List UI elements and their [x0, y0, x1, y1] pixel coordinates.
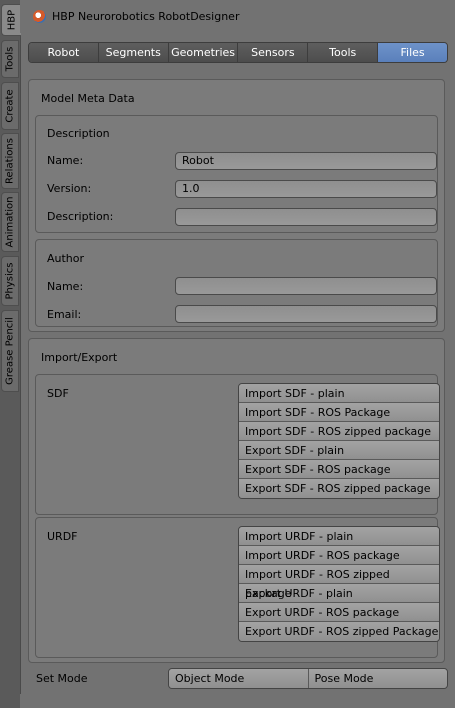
export-urdf-ros-package-button[interactable]: Export URDF - ROS package	[239, 603, 439, 622]
export-sdf-ros-zipped-button[interactable]: Export SDF - ROS zipped package	[239, 479, 439, 498]
description-box: Description Name: Robot Version: 1.0 Des…	[35, 115, 438, 233]
import-export-panel: Import/Export SDF Import SDF - plain Imp…	[28, 338, 445, 663]
email-field[interactable]	[175, 305, 437, 323]
object-mode-button[interactable]: Object Mode	[169, 669, 308, 688]
vtab-grease-pencil[interactable]: Grease Pencil	[1, 310, 19, 392]
version-field[interactable]: 1.0	[175, 180, 437, 198]
email-label: Email:	[47, 308, 82, 321]
import-sdf-ros-zipped-button[interactable]: Import SDF - ROS zipped package	[239, 422, 439, 441]
vtab-physics[interactable]: Physics	[1, 256, 19, 306]
sdf-box: SDF Import SDF - plain Import SDF - ROS …	[35, 374, 440, 515]
import-urdf-plain-button[interactable]: Import URDF - plain	[239, 527, 439, 546]
urdf-button-stack: Import URDF - plain Import URDF - ROS pa…	[238, 526, 440, 642]
author-name-field[interactable]	[175, 277, 437, 295]
export-sdf-plain-button[interactable]: Export SDF - plain	[239, 441, 439, 460]
pose-mode-button[interactable]: Pose Mode	[307, 669, 447, 688]
mode-selector: Object Mode Pose Mode	[168, 668, 448, 689]
vtab-relations[interactable]: Relations	[1, 133, 19, 189]
author-name-label: Name:	[47, 280, 84, 293]
vtab-hbp[interactable]: HBP	[1, 4, 21, 36]
vtab-tools[interactable]: Tools	[1, 40, 19, 78]
import-sdf-plain-button[interactable]: Import SDF - plain	[239, 384, 439, 403]
bottom-strip	[20, 694, 455, 708]
vtab-label: HBP	[6, 9, 17, 31]
vtab-animation[interactable]: Animation	[1, 192, 19, 252]
robot-name-field[interactable]: Robot	[175, 152, 437, 170]
description-field[interactable]	[175, 208, 437, 226]
set-mode-label: Set Mode	[36, 672, 88, 685]
sdf-button-stack: Import SDF - plain Import SDF - ROS Pack…	[238, 383, 440, 499]
tab-sensors[interactable]: Sensors	[238, 43, 309, 62]
model-meta-panel: Model Meta Data Description Name: Robot …	[28, 79, 445, 332]
model-meta-title: Model Meta Data	[41, 92, 135, 105]
import-urdf-ros-zipped-button[interactable]: Import URDF - ROS zipped package	[239, 565, 439, 600]
import-export-title: Import/Export	[41, 351, 118, 364]
urdf-box: URDF Import URDF - plain Import URDF - R…	[35, 517, 440, 658]
urdf-label: URDF	[47, 530, 78, 543]
vertical-tab-strip: HBP Tools Create Relations Animation Phy…	[0, 0, 21, 708]
tab-tools[interactable]: Tools	[308, 43, 379, 62]
sdf-label: SDF	[47, 387, 69, 400]
top-tab-row: Robot Segments Geometries Sensors Tools …	[28, 42, 448, 63]
export-urdf-plain-button[interactable]: Export URDF - plain	[239, 584, 439, 603]
tab-robot[interactable]: Robot	[29, 43, 99, 62]
blender-logo-icon	[33, 10, 46, 23]
panel-title: HBP Neurorobotics RobotDesigner	[52, 10, 240, 23]
vtab-label: Tools	[4, 46, 16, 72]
export-sdf-ros-package-button[interactable]: Export SDF - ROS package	[239, 460, 439, 479]
version-label: Version:	[47, 182, 92, 195]
vtab-label: Animation	[4, 196, 16, 248]
panel-header: HBP Neurorobotics RobotDesigner	[20, 0, 455, 33]
vtab-label: Physics	[4, 262, 16, 300]
author-box-title: Author	[47, 252, 85, 265]
author-box: Author Name: Email:	[35, 239, 438, 327]
vtab-label: Relations	[4, 138, 16, 184]
name-label: Name:	[47, 154, 84, 167]
tab-geometries[interactable]: Geometries	[168, 43, 239, 62]
vtab-create[interactable]: Create	[1, 82, 19, 130]
description-box-title: Description	[47, 127, 110, 140]
description-label: Description:	[47, 210, 114, 223]
tab-files[interactable]: Files	[378, 43, 447, 62]
tab-segments[interactable]: Segments	[98, 43, 169, 62]
vtab-label: Create	[4, 89, 16, 123]
export-urdf-ros-zipped-button[interactable]: Export URDF - ROS zipped Package	[239, 622, 439, 641]
import-sdf-ros-package-button[interactable]: Import SDF - ROS Package	[239, 403, 439, 422]
import-urdf-ros-package-button[interactable]: Import URDF - ROS package	[239, 546, 439, 565]
vtab-label: Grease Pencil	[4, 317, 16, 385]
